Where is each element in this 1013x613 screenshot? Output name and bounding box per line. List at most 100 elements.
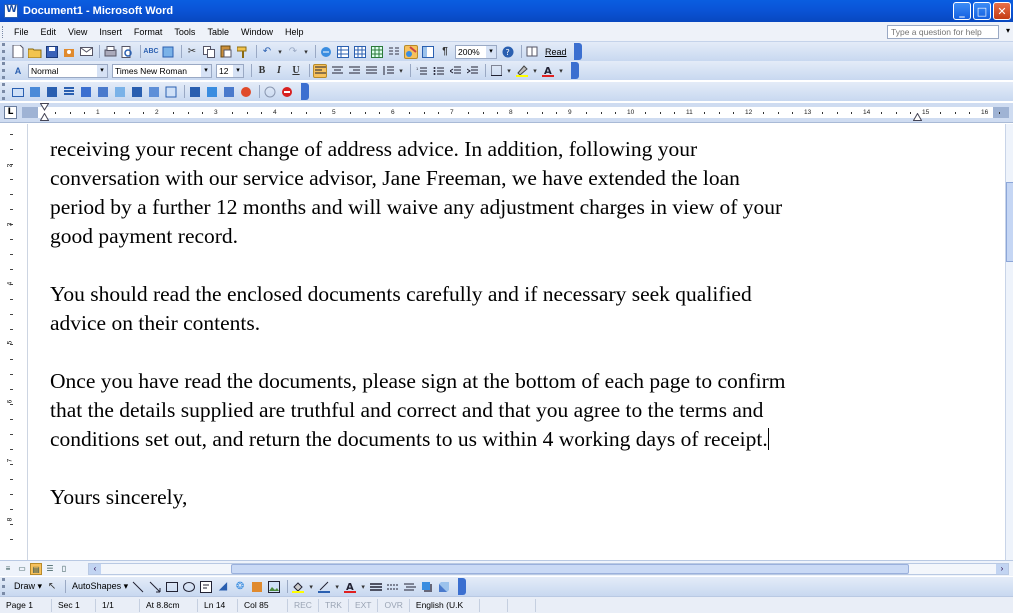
permission-icon[interactable] [62,45,76,59]
word-app-icon[interactable] [4,4,18,18]
new-document-icon[interactable] [11,45,25,59]
zoom-select[interactable]: 200% ▾ [455,44,497,59]
close-button[interactable]: ✕ [993,2,1011,20]
justify-icon[interactable] [364,64,378,78]
document-line-with-cursor[interactable]: conditions set out, and return the docum… [50,425,769,454]
menu-view[interactable]: View [62,27,93,37]
document-line[interactable]: conditions set out, and return the docum… [50,427,768,451]
diagram-icon[interactable]: ❂ [233,580,247,594]
bold-button[interactable]: B [255,64,269,78]
toolbar-icon-10[interactable] [164,85,178,99]
help-dropdown-icon[interactable]: ▾ [1006,26,1010,35]
research-icon[interactable] [161,45,175,59]
document-line[interactable]: period by a further 12 months and will w… [50,193,782,222]
font-dropdown-icon[interactable]: ▾ [201,64,211,77]
menu-edit[interactable]: Edit [35,27,63,37]
web-layout-view-icon[interactable]: ▭ [16,563,28,575]
rectangle-tool-icon[interactable] [165,580,179,594]
outline-view-icon[interactable]: ☰ [44,563,56,575]
toolbar-icon-14[interactable] [239,85,253,99]
toolbar-icon-12[interactable] [205,85,219,99]
document-map-icon[interactable] [421,45,435,59]
menu-help[interactable]: Help [279,27,310,37]
menu-format[interactable]: Format [128,27,169,37]
horizontal-scroll-thumb[interactable] [231,564,909,574]
open-folder-icon[interactable] [28,45,42,59]
columns-icon[interactable] [387,45,401,59]
document-line[interactable]: good payment record. [50,222,238,251]
document-line[interactable]: You should read the enclosed documents c… [50,280,752,309]
tab-selector[interactable]: L [4,106,17,119]
toolbar-icon-2[interactable] [28,85,42,99]
scroll-left-icon[interactable]: ‹ [89,564,101,574]
3d-style-icon[interactable] [437,580,451,594]
print-preview-icon[interactable] [120,45,134,59]
font-color-dropdown-icon[interactable]: ▾ [558,64,564,78]
paste-icon[interactable] [219,45,233,59]
toolbar-icon-5[interactable] [79,85,93,99]
italic-button[interactable]: I [272,64,286,78]
document-line[interactable]: Yours sincerely, [50,483,187,512]
autoshapes-menu-button[interactable]: AutoShapes ▾ [69,581,131,592]
scroll-right-icon[interactable]: › [996,564,1008,574]
border-icon[interactable] [489,64,503,78]
line-color-dropdown-icon[interactable]: ▾ [334,580,340,594]
font-color-icon[interactable]: A [541,64,555,78]
font-size-select[interactable]: 12 ▾ [216,63,244,78]
dash-style-icon[interactable] [386,580,400,594]
wordart-icon[interactable]: ◢ [216,580,230,594]
status-track-changes[interactable]: TRK [319,598,349,612]
align-right-icon[interactable] [347,64,361,78]
line-tool-icon[interactable] [131,580,145,594]
format-painter-icon[interactable] [236,45,250,59]
style-dropdown-icon[interactable]: ▾ [97,64,107,77]
insert-excel-icon[interactable] [370,45,384,59]
highlight-dropdown-icon[interactable]: ▾ [532,64,538,78]
draw-font-color-dropdown-icon[interactable]: ▾ [360,580,366,594]
print-layout-view-icon[interactable]: ▤ [30,562,42,575]
menu-table[interactable]: Table [201,27,235,37]
toolbar-icon-3[interactable] [45,85,59,99]
show-hide-icon[interactable]: ¶ [438,45,452,59]
toolbar-icon-1[interactable] [11,85,25,99]
menu-insert[interactable]: Insert [93,27,128,37]
toolbar-icon-16[interactable] [280,85,294,99]
arrow-style-icon[interactable] [403,580,417,594]
style-select[interactable]: Normal ▾ [28,63,108,78]
toolbar-icon-15[interactable] [263,85,277,99]
minimize-button[interactable]: _ [953,2,971,20]
reading-layout-view-icon[interactable]: ▯ [58,563,70,575]
tables-borders-icon[interactable] [336,45,350,59]
help-icon[interactable]: ? [501,45,515,59]
hanging-indent-marker[interactable] [40,113,49,121]
toolbar-icon-6[interactable] [96,85,110,99]
help-search-input[interactable] [887,25,999,39]
save-icon[interactable] [45,45,59,59]
draw-menu-button[interactable]: Draw ▾ [11,581,45,592]
toolbar-icon-11[interactable] [188,85,202,99]
cut-icon[interactable]: ✂ [185,45,199,59]
insert-picture-icon[interactable] [267,580,281,594]
hyperlink-icon[interactable] [319,45,333,59]
clip-art-icon[interactable] [250,580,264,594]
align-left-icon[interactable] [313,63,327,78]
fill-color-dropdown-icon[interactable]: ▾ [308,580,314,594]
redo-dropdown-icon[interactable]: ▾ [303,45,309,59]
document-line[interactable]: advice on their contents. [50,309,260,338]
toolbar-options-icon[interactable] [458,578,467,595]
copy-icon[interactable] [202,45,216,59]
toolbar-icon-4[interactable] [62,85,76,99]
undo-icon[interactable]: ↶ [260,45,274,59]
toolbar-icon-7[interactable] [113,85,127,99]
status-language[interactable]: English (U.K [410,598,480,612]
document-line[interactable]: that the details supplied are truthful a… [50,396,763,425]
draw-font-color-icon[interactable]: A [343,580,357,594]
menu-window[interactable]: Window [235,27,279,37]
numbering-icon[interactable]: 1 [414,64,428,78]
normal-view-icon[interactable]: ≡ [2,563,14,575]
maximize-button[interactable]: □ [973,2,991,20]
zoom-dropdown-icon[interactable]: ▾ [486,45,496,58]
bullets-icon[interactable] [431,64,445,78]
align-center-icon[interactable] [330,64,344,78]
line-style-icon[interactable] [369,580,383,594]
